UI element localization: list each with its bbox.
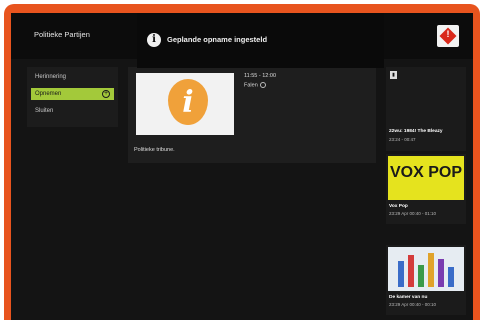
- program-card: i 11:55 - 12:00 Falen Politieke tribune.: [128, 67, 376, 163]
- voxpop-logo: VOX POP: [389, 164, 463, 181]
- info-icon-letter: i: [182, 85, 194, 120]
- info-icon: i: [147, 33, 161, 47]
- rail-item[interactable]: VOX POP Vox Pop 23:29 Apr 00:40 - 01:10: [386, 154, 466, 224]
- rail-item-thumbnail: VOX POP: [388, 156, 464, 200]
- menu-item-close[interactable]: Sluiten: [31, 105, 114, 117]
- rail-item-time: 23:29 Apr 00:40 - 01:10: [389, 211, 437, 216]
- menu-item-label: Herinnering: [35, 74, 67, 80]
- menu-item-label: Opnemen: [35, 91, 62, 97]
- clock-icon: [259, 82, 266, 88]
- rail-item[interactable]: ▮ 22wu: 1984! The Bleazy 23:24 - 00:47: [386, 67, 466, 151]
- program-description: Politieke tribune.: [134, 147, 175, 153]
- rail-item-time: 23:24 - 00:47: [389, 137, 416, 142]
- toast-message: Geplande opname ingesteld: [167, 35, 268, 44]
- info-icon: i: [168, 79, 208, 125]
- recording-badge-icon: ▮: [390, 71, 397, 79]
- rail-item-time: 23:29 Apr 00:40 - 00:10: [389, 302, 437, 307]
- program-thumbnail: i: [136, 73, 234, 135]
- menu-item-record[interactable]: Opnemen +: [31, 88, 114, 100]
- rail-item[interactable]: De kamer van nu 23:29 Apr 00:40 - 00:10: [386, 245, 466, 315]
- plus-icon: +: [102, 90, 110, 98]
- action-menu: Herinnering Opnemen + Sluiten: [27, 67, 118, 127]
- rail-item-title: De kamer van nu: [389, 295, 428, 300]
- rail-item-thumbnail: [388, 247, 464, 291]
- notification-toast: i Geplande opname ingesteld: [137, 13, 384, 68]
- rail-item-title: 22wu: 1984! The Bleazy: [389, 129, 443, 134]
- page-title: Politieke Partijen: [34, 30, 90, 39]
- program-status: Falen: [244, 82, 266, 88]
- menu-item-reminder[interactable]: Herinnering: [31, 71, 114, 83]
- program-rail: ▮ 22wu: 1984! The Bleazy 23:24 - 00:47 V…: [386, 67, 466, 320]
- program-time: 11:55 - 12:00: [244, 73, 277, 79]
- brand-logo: !: [437, 25, 459, 47]
- program-status-label: Falen: [244, 82, 258, 89]
- logo-exclamation-icon: !: [446, 29, 450, 39]
- tv-screen: Politieke Partijen ! Herinnering Opnemen…: [11, 13, 473, 320]
- rail-item-title: Vox Pop: [389, 204, 408, 209]
- menu-item-label: Sluiten: [35, 108, 54, 114]
